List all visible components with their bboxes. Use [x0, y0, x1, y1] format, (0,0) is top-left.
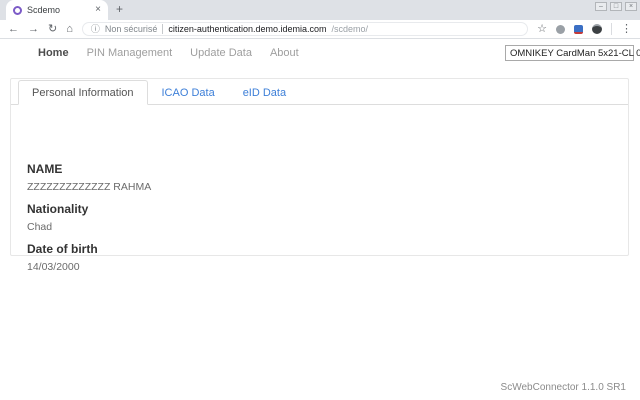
tab-icao-data[interactable]: ICAO Data: [148, 80, 229, 105]
tab-eid-data[interactable]: eID Data: [229, 80, 300, 105]
browser-tab[interactable]: Scdemo ×: [6, 0, 108, 20]
url-separator: [162, 24, 164, 34]
tab-personal-information[interactable]: Personal Information: [18, 80, 148, 105]
site-favicon-icon: [13, 5, 22, 15]
connector-version-label: ScWebConnector 1.1.0 SR1: [500, 382, 626, 393]
browser-menu-icon[interactable]: ⋮: [621, 23, 632, 35]
back-icon[interactable]: ←: [8, 23, 19, 35]
window-controls: – □ ×: [595, 2, 637, 11]
personal-information-fields: NAME ZZZZZZZZZZZZZ RAHMA Nationality Cha…: [11, 105, 628, 273]
minimize-button[interactable]: –: [595, 2, 607, 11]
browser-tab-title: Scdemo: [27, 5, 61, 15]
nav-item-update-data[interactable]: Update Data: [190, 47, 252, 59]
home-icon[interactable]: ⌂: [66, 23, 73, 35]
restore-button[interactable]: □: [610, 2, 622, 11]
extension-icon-2[interactable]: [574, 24, 583, 34]
field-label-nationality: Nationality: [27, 202, 89, 216]
content-panel: Personal Information ICAO Data eID Data …: [10, 78, 629, 273]
field-label-name: NAME: [27, 162, 63, 176]
address-bar[interactable]: ⓘ Non sécurisé citizen-authentication.de…: [81, 22, 529, 36]
site-navbar: Home PIN Management Update Data About OM…: [0, 39, 640, 67]
field-value-name: ZZZZZZZZZZZZZ RAHMA: [27, 181, 152, 193]
nav-item-home[interactable]: Home: [38, 47, 69, 59]
card-reader-select[interactable]: OMNIKEY CardMan 5x21-CL 0 ▾: [505, 45, 640, 61]
field-value-date-of-birth: 14/03/2000: [27, 261, 80, 273]
close-window-button[interactable]: ×: [625, 2, 637, 11]
field-label-date-of-birth: Date of birth: [27, 242, 98, 256]
nav-item-pin-management[interactable]: PIN Management: [87, 47, 173, 59]
close-tab-icon[interactable]: ×: [95, 5, 101, 15]
url-path: /scdemo/: [331, 24, 369, 34]
extension-icon-1[interactable]: [556, 24, 565, 34]
new-tab-button[interactable]: +: [116, 2, 123, 16]
card-reader-select-value: OMNIKEY CardMan 5x21-CL 0: [510, 47, 640, 59]
site-info-icon[interactable]: ⓘ: [91, 24, 100, 34]
browser-tab-strip: Scdemo × + – □ ×: [0, 0, 640, 20]
browser-toolbar: ← → ↻ ⌂ ⓘ Non sécurisé citizen-authentic…: [0, 20, 640, 39]
tab-bar: Personal Information ICAO Data eID Data: [11, 79, 628, 105]
toolbar-separator: [611, 23, 612, 35]
reload-icon[interactable]: ↻: [48, 23, 57, 35]
bookmark-star-icon[interactable]: ☆: [537, 23, 547, 35]
url-domain: citizen-authentication.demo.idemia.com: [168, 24, 327, 34]
field-value-nationality: Chad: [27, 221, 53, 233]
security-status-label: Non sécurisé: [104, 24, 158, 34]
forward-icon[interactable]: →: [28, 23, 39, 35]
extension-icon-3[interactable]: [592, 24, 602, 34]
nav-item-about[interactable]: About: [270, 47, 299, 59]
